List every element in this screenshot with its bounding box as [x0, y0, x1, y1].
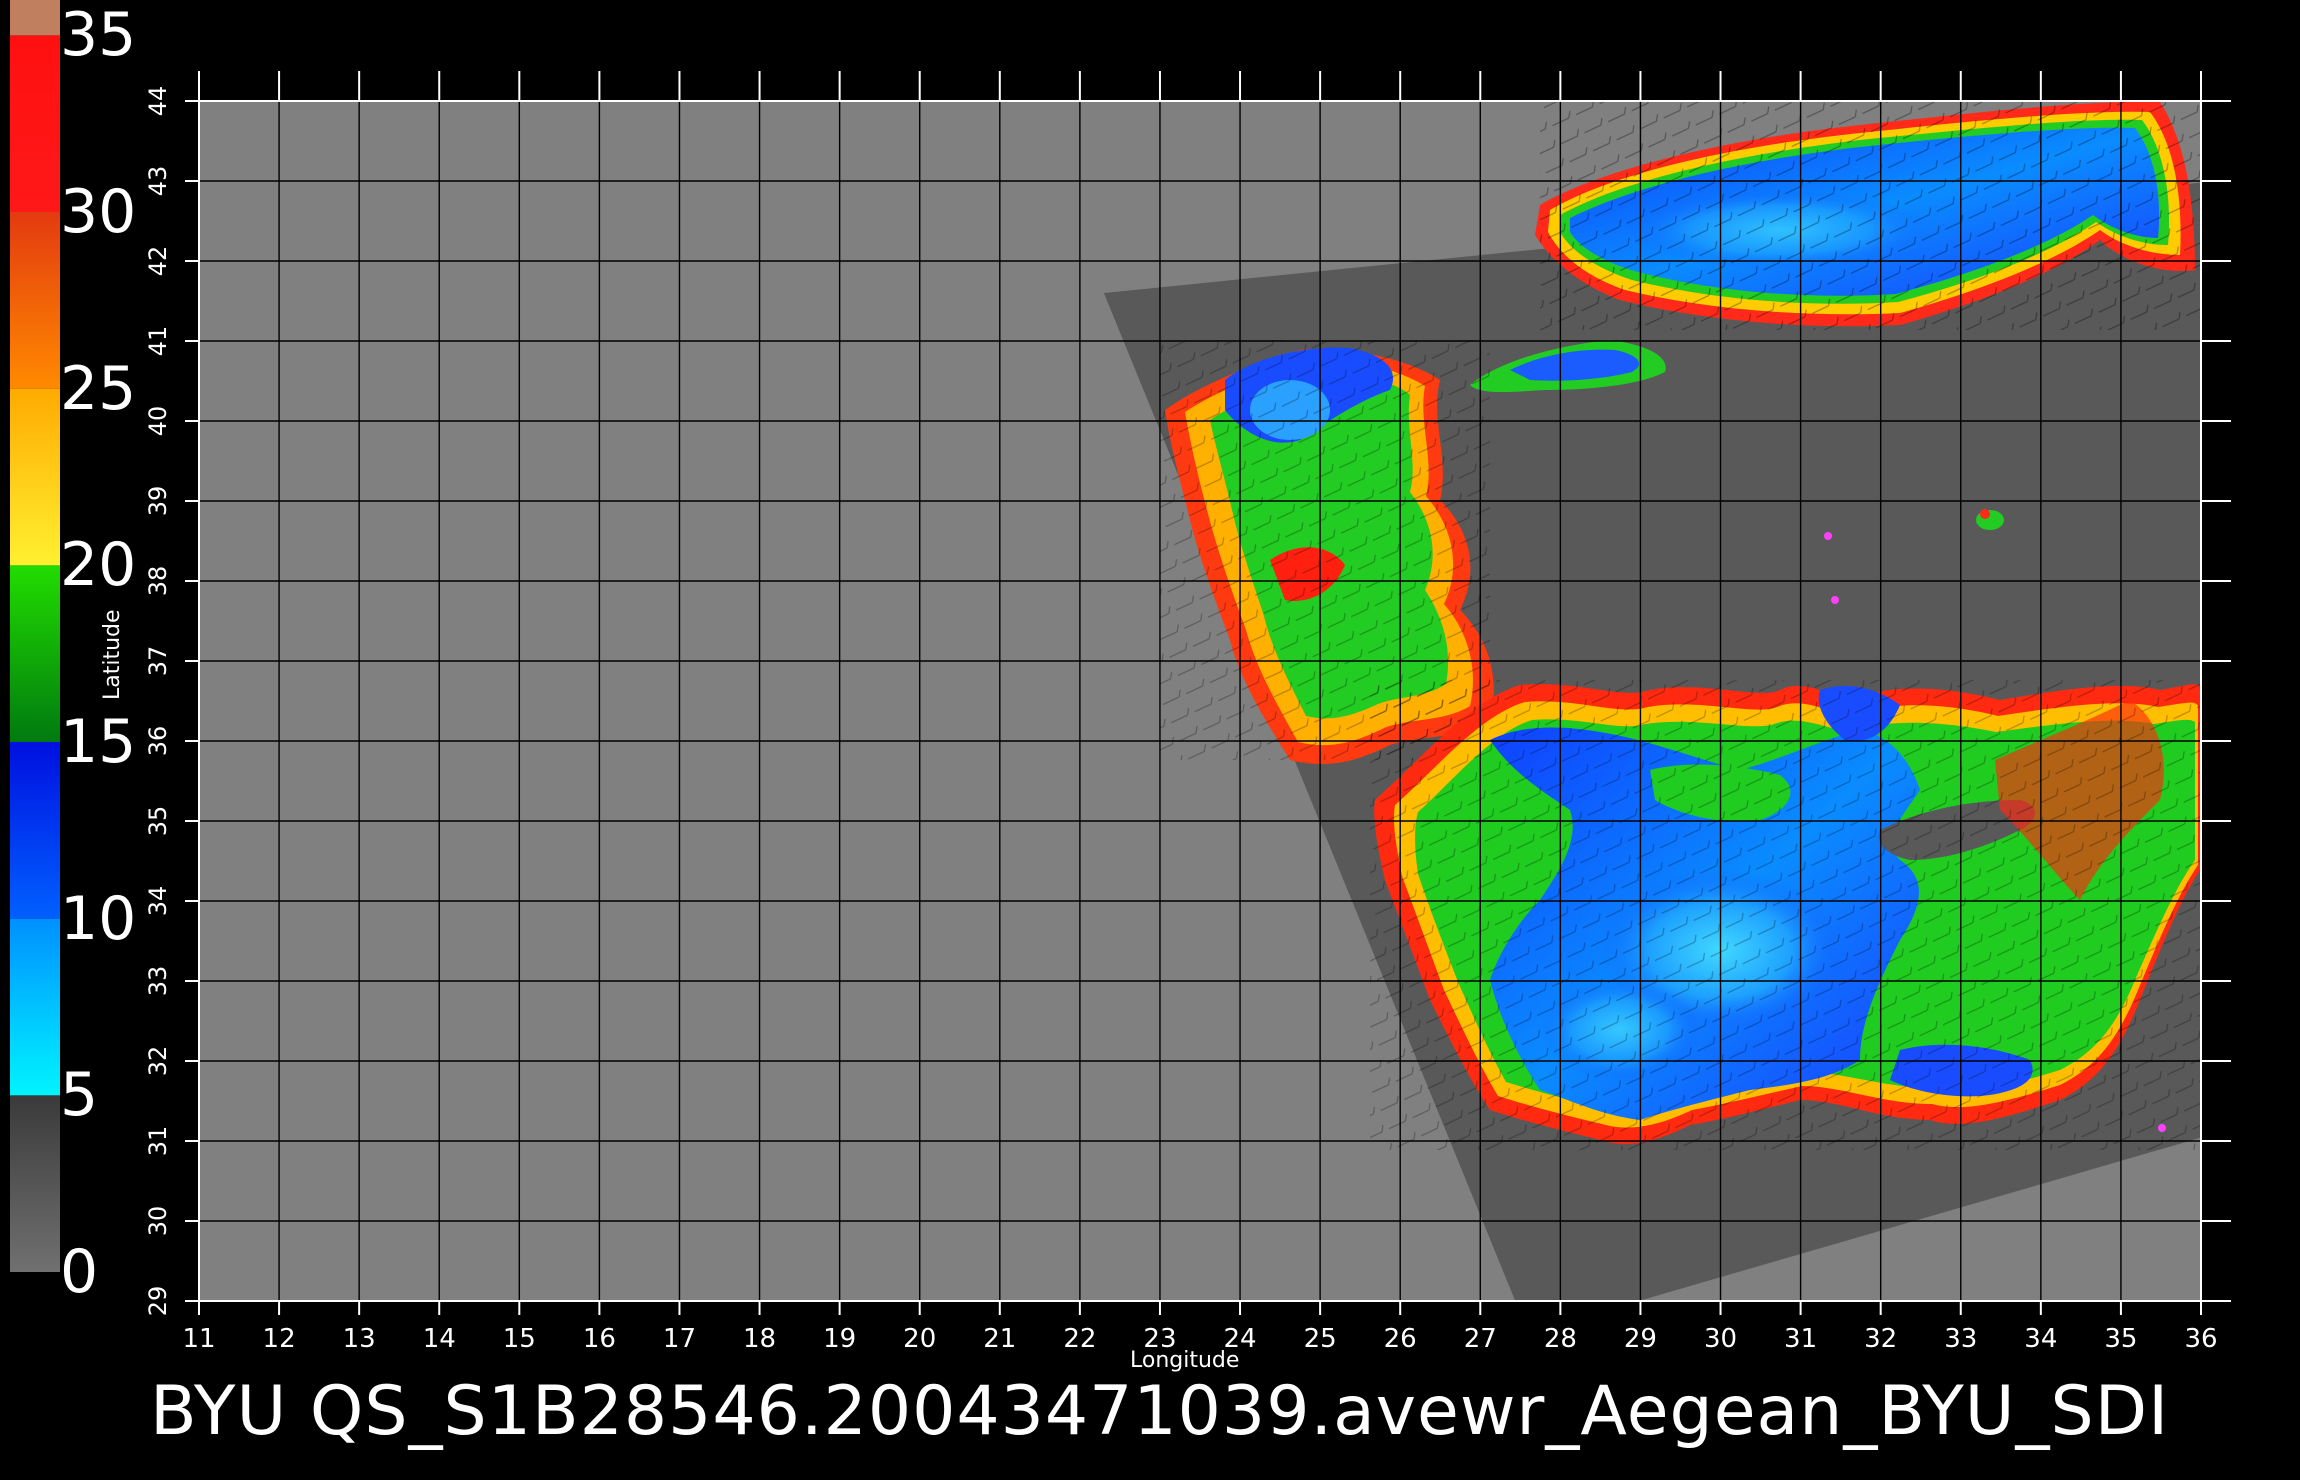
lat-tick-label: 31: [144, 1126, 172, 1157]
lat-tick-label: 33: [144, 966, 172, 997]
lon-tick-label: 20: [903, 1324, 936, 1354]
lon-tick-label: 14: [423, 1324, 456, 1354]
lon-tick-label: 35: [2104, 1324, 2137, 1354]
lat-tick-label: 34: [144, 886, 172, 917]
lat-tick-label: 36: [144, 726, 172, 757]
colorbar-label: 25: [60, 353, 137, 424]
lat-tick-label: 37: [144, 646, 172, 677]
colorbar-label: 5: [60, 1060, 99, 1131]
colorbar-band: [10, 742, 60, 919]
lon-tick-label: 13: [343, 1324, 376, 1354]
colorbar-label: 35: [60, 0, 137, 71]
lon-tick-label: 12: [263, 1324, 296, 1354]
lat-tick-label: 32: [144, 1046, 172, 1077]
lon-tick-label: 36: [2184, 1324, 2217, 1354]
colorbar-label: 10: [60, 883, 137, 954]
lat-tick-label: 38: [144, 566, 172, 597]
lon-tick-label: 33: [1944, 1324, 1977, 1354]
colorbar-band: [10, 918, 60, 1096]
lat-tick-label: 43: [144, 166, 172, 197]
colorbar-label: 20: [60, 530, 137, 601]
lon-tick-label: 21: [983, 1324, 1016, 1354]
lat-tick-label: 44: [144, 86, 172, 117]
lat-tick-label: 41: [144, 326, 172, 357]
y-axis-title: Latitude: [100, 609, 125, 700]
lon-tick-label: 27: [1464, 1324, 1497, 1354]
black-sea-winds: [1535, 101, 2200, 330]
lon-tick-label: 34: [2024, 1324, 2057, 1354]
lat-tick-label: 35: [144, 806, 172, 837]
lon-tick-label: 22: [1063, 1324, 1096, 1354]
lon-tick-label: 19: [823, 1324, 856, 1354]
lat-tick-label: 29: [144, 1286, 172, 1317]
colorbar-band: [10, 388, 60, 566]
lon-tick-label: 18: [743, 1324, 776, 1354]
lon-tick-label: 16: [583, 1324, 616, 1354]
colorbar-band: [10, 565, 60, 742]
lat-tick-label: 30: [144, 1206, 172, 1237]
lat-tick-label: 42: [144, 246, 172, 277]
colorbar-band: [10, 0, 60, 36]
colorbar-band: [10, 1095, 60, 1272]
lon-tick-label: 29: [1624, 1324, 1657, 1354]
lon-tick-label: 31: [1784, 1324, 1817, 1354]
lon-tick-label: 15: [503, 1324, 536, 1354]
wind-speed-map: 11 12 13 14 15 16 17 18 19 20 21 22 23 24 25 26 27 28 29 30…: [10, 0, 2231, 1354]
lon-tick-label: 30: [1704, 1324, 1737, 1354]
colorbar-label: 0: [60, 1237, 99, 1307]
lon-tick-label: 11: [182, 1324, 215, 1354]
lon-tick-label: 26: [1384, 1324, 1417, 1354]
eastern-mediterranean-winds: [1370, 680, 2200, 1150]
lat-tick-label: 39: [144, 486, 172, 517]
file-caption: BYU QS_S1B28546.20043471039.avewr_Aegean…: [150, 1372, 2170, 1451]
colorbar-band: [10, 35, 60, 213]
lon-tick-label: 25: [1304, 1324, 1337, 1354]
colorbar-label: 15: [60, 707, 137, 777]
lon-tick-label: 28: [1544, 1324, 1577, 1354]
colorbar-label: 30: [60, 177, 137, 247]
colorbar: [10, 0, 60, 1272]
lat-tick-label: 40: [144, 406, 172, 437]
lon-tick-label: 17: [663, 1324, 696, 1354]
x-axis-title: Longitude: [1130, 1348, 1240, 1373]
lon-tick-label: 32: [1864, 1324, 1897, 1354]
colorbar-band: [10, 212, 60, 389]
